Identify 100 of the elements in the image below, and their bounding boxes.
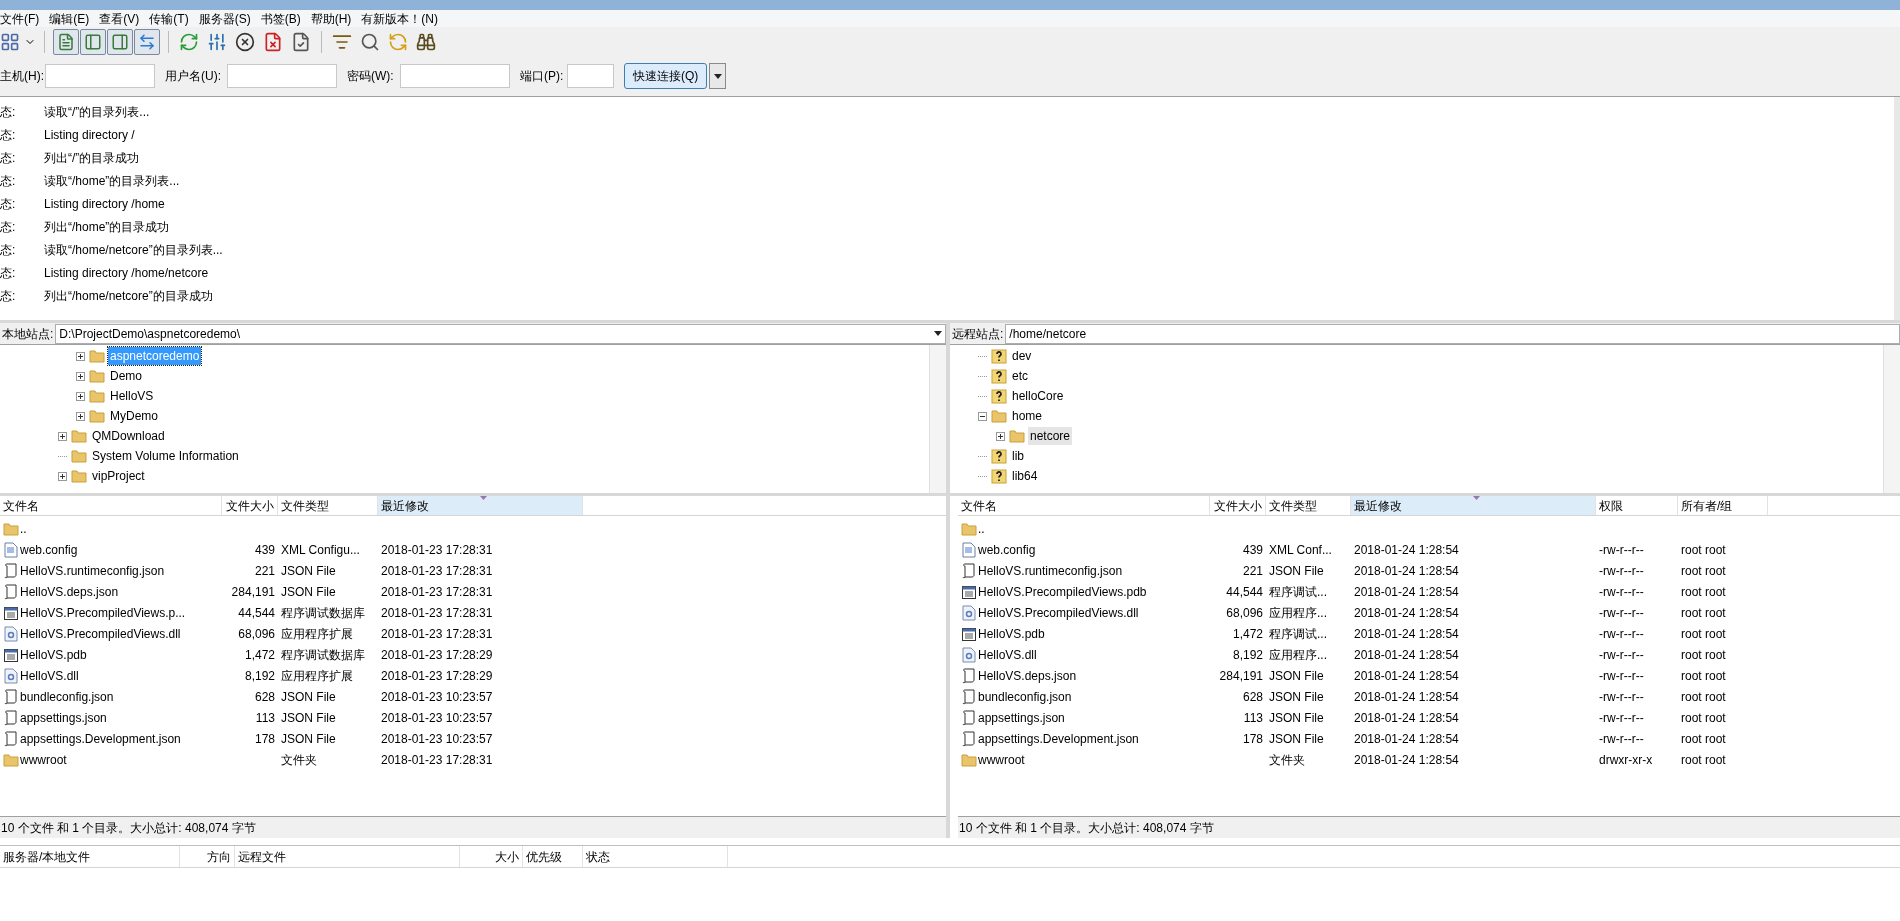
file-name[interactable]: wwwroot [978, 750, 1025, 769]
menu-item[interactable]: 帮助(H) [305, 9, 357, 28]
tree-item[interactable]: Demo [108, 367, 144, 385]
file-name[interactable]: .. [20, 519, 27, 538]
dropdown-button[interactable] [709, 63, 727, 89]
view-toggle-button[interactable] [134, 28, 160, 55]
column-header[interactable]: 最近修改 [1351, 496, 1596, 515]
tree-item[interactable]: lib64 [1010, 467, 1040, 485]
menu-item[interactable]: 文件(F) [0, 9, 45, 28]
view-toggle-button[interactable] [53, 28, 79, 55]
expand-icon[interactable] [58, 471, 67, 481]
file-name[interactable]: .. [978, 519, 985, 538]
menu-item[interactable]: 有新版本！(N) [356, 9, 443, 28]
file-name[interactable]: HelloVS.PrecompiledViews.p... [20, 603, 186, 622]
file-name[interactable]: web.config [20, 540, 78, 559]
tree-item[interactable]: HelloVS [108, 387, 156, 405]
refresh-icon[interactable] [179, 31, 199, 52]
menu-item[interactable]: 书签(B) [255, 9, 306, 28]
grid-icon[interactable] [0, 31, 20, 52]
table-cell-text: 2018-01-24 1:28:54 [1354, 709, 1459, 727]
expand-icon[interactable] [76, 351, 85, 361]
document-icon [57, 32, 75, 51]
expand-icon[interactable] [76, 411, 85, 421]
column-header[interactable]: 所有者/组 [1678, 496, 1768, 515]
script-file-icon [3, 688, 19, 705]
tree-item[interactable]: vipProject [90, 467, 147, 485]
tree-item[interactable]: dev [1010, 347, 1034, 365]
tree-item[interactable]: etc [1010, 367, 1030, 385]
scrollbar[interactable] [929, 345, 946, 493]
column-header[interactable]: 文件名 [0, 496, 222, 515]
column-header[interactable]: 方向 [180, 846, 235, 867]
log-message: 列出“/home”的目录成功 [44, 218, 170, 236]
column-header[interactable]: 最近修改 [378, 496, 583, 515]
table-cell-text: -rw-r--r-- [1599, 541, 1644, 559]
file-name[interactable]: appsettings.json [978, 708, 1065, 727]
input-field[interactable] [45, 64, 155, 88]
close-icon[interactable] [235, 31, 255, 52]
input-field[interactable] [400, 64, 510, 88]
table-cell-text: 2018-01-24 1:28:54 [1354, 667, 1459, 685]
file-name[interactable]: HelloVS.PrecompiledViews.dll [20, 624, 181, 643]
file-name[interactable]: HelloVS.runtimeconfig.json [978, 561, 1123, 580]
file-name[interactable]: HelloVS.deps.json [978, 666, 1077, 685]
expand-icon[interactable] [996, 431, 1005, 441]
file-name[interactable]: HelloVS.dll [978, 645, 1037, 664]
menu-item[interactable]: 传输(T) [144, 9, 194, 28]
search-icon[interactable] [360, 31, 380, 52]
file-name[interactable]: bundleconfig.json [978, 687, 1072, 706]
scrollbar[interactable] [1883, 345, 1900, 493]
file-name[interactable]: HelloVS.PrecompiledViews.dll [978, 603, 1139, 622]
column-header[interactable]: 文件大小 [222, 496, 278, 515]
file-name[interactable]: wwwroot [20, 750, 67, 769]
tree-item[interactable]: MyDemo [108, 407, 160, 425]
table-cell-text: 2018-01-23 17:28:31 [381, 583, 493, 601]
file-name[interactable]: HelloVS.pdb [978, 624, 1045, 643]
column-header[interactable]: 权限 [1596, 496, 1678, 515]
table-cell-text: 2018-01-24 1:28:54 [1354, 625, 1459, 643]
table-cell-text: 2018-01-23 17:28:31 [381, 625, 493, 643]
file-name[interactable]: HelloVS.dll [20, 666, 79, 685]
collapse-icon[interactable] [978, 411, 987, 421]
expand-icon[interactable] [76, 391, 85, 401]
column-header[interactable]: 远程文件 [235, 846, 460, 867]
input-field[interactable] [227, 64, 337, 88]
view-toggle-button[interactable] [107, 28, 133, 55]
expand-icon[interactable] [58, 431, 67, 441]
tree-item[interactable]: home [1010, 407, 1045, 425]
file-x-icon[interactable] [263, 31, 283, 52]
file-check-icon[interactable] [291, 31, 311, 52]
file-name[interactable]: HelloVS.pdb [20, 645, 87, 664]
file-name[interactable]: appsettings.Development.json [20, 729, 181, 748]
column-header[interactable]: 优先级 [523, 846, 583, 867]
binoculars-icon[interactable] [416, 31, 436, 52]
menu-item[interactable]: 查看(V) [94, 9, 145, 28]
scrollbar[interactable] [1894, 97, 1900, 320]
tree-item[interactable]: netcore [1028, 427, 1073, 445]
file-name[interactable]: HelloVS.PrecompiledViews.pdb [978, 582, 1147, 601]
expand-icon[interactable] [76, 371, 85, 381]
input-field[interactable] [567, 64, 614, 88]
tree-item[interactable]: lib [1010, 447, 1026, 465]
file-name[interactable]: bundleconfig.json [20, 687, 114, 706]
quickconnect-button[interactable]: 快速连接(Q) [624, 63, 708, 89]
file-name[interactable]: web.config [978, 540, 1036, 559]
file-name[interactable]: HelloVS.runtimeconfig.json [20, 561, 165, 580]
path-dropdown[interactable]: /home/netcore [1005, 323, 1900, 344]
column-header[interactable]: 服务器/本地文件 [0, 846, 180, 867]
file-name[interactable]: HelloVS.deps.json [20, 582, 119, 601]
tree-item[interactable]: QMDownload [90, 427, 167, 445]
file-name[interactable]: appsettings.json [20, 708, 107, 727]
column-header[interactable]: 状态 [583, 846, 728, 867]
column-header[interactable]: 大小 [460, 846, 523, 867]
log-label: 态: [0, 149, 17, 167]
tree-item[interactable]: helloCore [1010, 387, 1066, 405]
tree-item[interactable]: System Volume Information [90, 447, 241, 465]
menu-item[interactable]: 编辑(E) [44, 9, 95, 28]
menu-item[interactable]: 服务器(S) [193, 9, 256, 28]
column-header[interactable]: 文件大小 [1210, 496, 1266, 515]
sliders-icon[interactable] [207, 31, 227, 52]
view-toggle-button[interactable] [80, 28, 106, 55]
path-dropdown[interactable]: D:\ProjectDemo\aspnetcoredemo\ [55, 323, 946, 344]
file-name[interactable]: appsettings.Development.json [978, 729, 1139, 748]
column-header[interactable]: 文件名 [958, 496, 1210, 515]
